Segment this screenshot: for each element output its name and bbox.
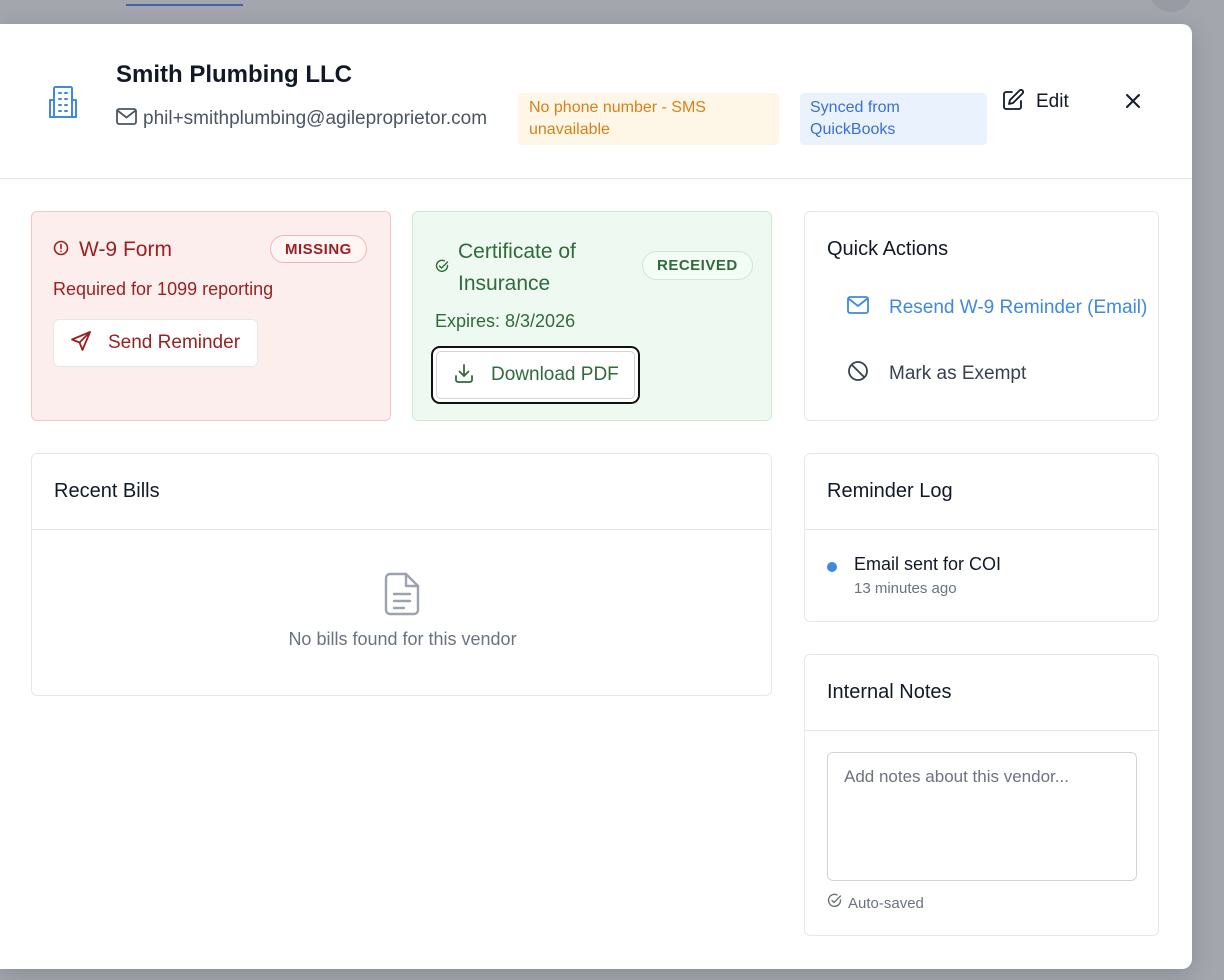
internal-notes-title: Internal Notes (827, 681, 952, 703)
mail-icon (847, 296, 869, 319)
w9-title-row: W-9 Form (53, 238, 172, 262)
log-entry-time: 13 minutes ago (854, 580, 957, 597)
ban-icon (847, 360, 869, 387)
file-text-icon (384, 572, 420, 621)
building-icon (47, 85, 79, 119)
autosave-label: Auto-saved (848, 894, 924, 912)
edit-button[interactable]: Edit (1002, 88, 1069, 116)
vendor-name: Smith Plumbing LLC (116, 61, 352, 88)
edit-icon (1002, 88, 1024, 116)
alert-circle-icon (53, 240, 69, 261)
close-icon (1122, 94, 1144, 116)
coi-status-badge: RECEIVED (642, 251, 753, 280)
card-divider (805, 730, 1158, 731)
download-icon (453, 362, 475, 389)
mark-as-exempt-action[interactable]: Mark as Exempt (847, 360, 1026, 387)
quick-actions-title: Quick Actions (827, 238, 949, 260)
send-reminder-button[interactable]: Send Reminder (53, 319, 258, 367)
card-divider (805, 529, 1158, 530)
background-active-tab-indicator (126, 4, 243, 6)
recent-bills-card: Recent Bills No bills found for this ven… (31, 453, 772, 696)
card-divider (32, 529, 771, 530)
autosave-status: Auto-saved (827, 893, 924, 913)
send-reminder-label: Send Reminder (108, 332, 241, 353)
reminder-log-card: Reminder Log Email sent for COI 13 minut… (804, 453, 1159, 622)
w9-form-card: W-9 Form MISSING Required for 1099 repor… (31, 211, 391, 421)
w9-title: W-9 Form (79, 238, 172, 261)
close-button[interactable] (1122, 90, 1144, 112)
resend-w9-reminder-action[interactable]: Resend W-9 Reminder (Email) (847, 296, 1147, 319)
resend-w9-reminder-label: Resend W-9 Reminder (Email) (889, 296, 1148, 318)
download-pdf-label: Download PDF (491, 364, 619, 385)
w9-subtitle: Required for 1099 reporting (53, 279, 274, 299)
internal-notes-textarea[interactable] (827, 752, 1137, 881)
vendor-detail-modal: Smith Plumbing LLC phil+smithplumbing@ag… (0, 24, 1192, 969)
sms-unavailable-badge: No phone number - SMS unavailable (518, 93, 779, 145)
log-entry-dot (827, 562, 837, 572)
coi-expiration: Expires: 8/3/2026 (435, 311, 576, 331)
check-circle-icon (827, 893, 842, 913)
reminder-log-title: Reminder Log (827, 480, 953, 502)
w9-status-badge: MISSING (270, 235, 367, 263)
edit-button-label: Edit (1036, 91, 1069, 112)
quickbooks-sync-badge: Synced from QuickBooks (800, 93, 987, 145)
recent-bills-title: Recent Bills (54, 480, 160, 502)
modal-header: Smith Plumbing LLC phil+smithplumbing@ag… (0, 24, 1192, 179)
download-pdf-button[interactable]: Download PDF (431, 346, 640, 404)
quick-actions-card: Quick Actions Resend W-9 Reminder (Email… (804, 211, 1159, 421)
vendor-email: phil+smithplumbing@agileproprietor.com (116, 108, 487, 130)
certificate-of-insurance-card: Certificate of Insurance RECEIVED Expire… (412, 211, 772, 421)
no-bills-message: No bills found for this vendor (288, 629, 517, 649)
log-entry-text: Email sent for COI (854, 554, 1002, 574)
vendor-email-text: phil+smithplumbing@agileproprietor.com (143, 108, 488, 129)
mail-icon (116, 108, 137, 130)
background-avatar (1150, 0, 1192, 12)
internal-notes-card: Internal Notes Auto-saved (804, 654, 1159, 936)
mark-as-exempt-label: Mark as Exempt (889, 362, 1027, 384)
send-icon (70, 330, 92, 357)
check-circle-icon (435, 259, 449, 278)
download-pdf-button-inner: Download PDF (436, 351, 635, 399)
coi-title: Certificate of Insurance (458, 240, 576, 295)
